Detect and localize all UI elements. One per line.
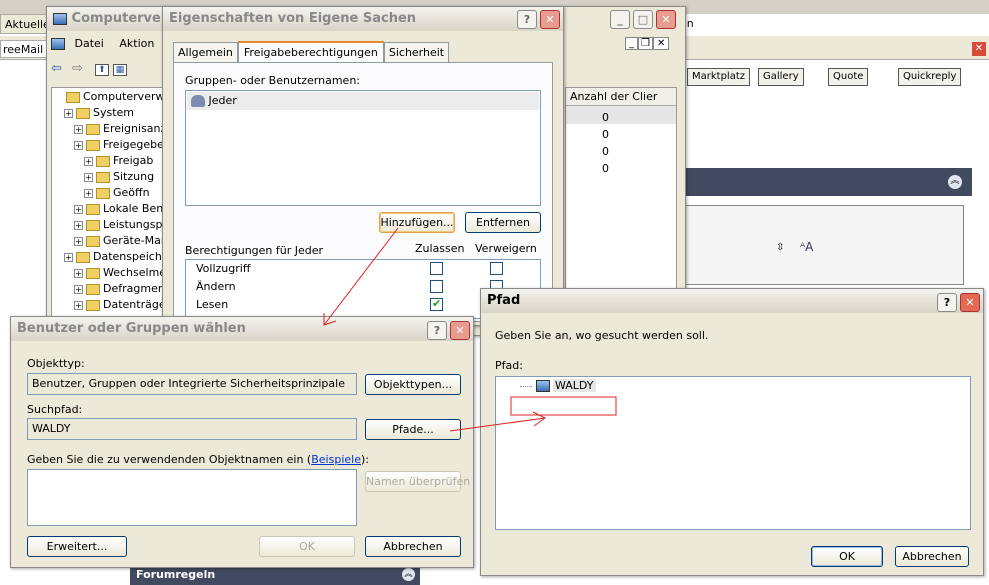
annotation-highlight-box [510, 396, 617, 416]
annotation-overlay [323, 227, 617, 432]
annotation-arrow-paths [449, 417, 546, 432]
annotation-arrow-add [323, 227, 399, 326]
